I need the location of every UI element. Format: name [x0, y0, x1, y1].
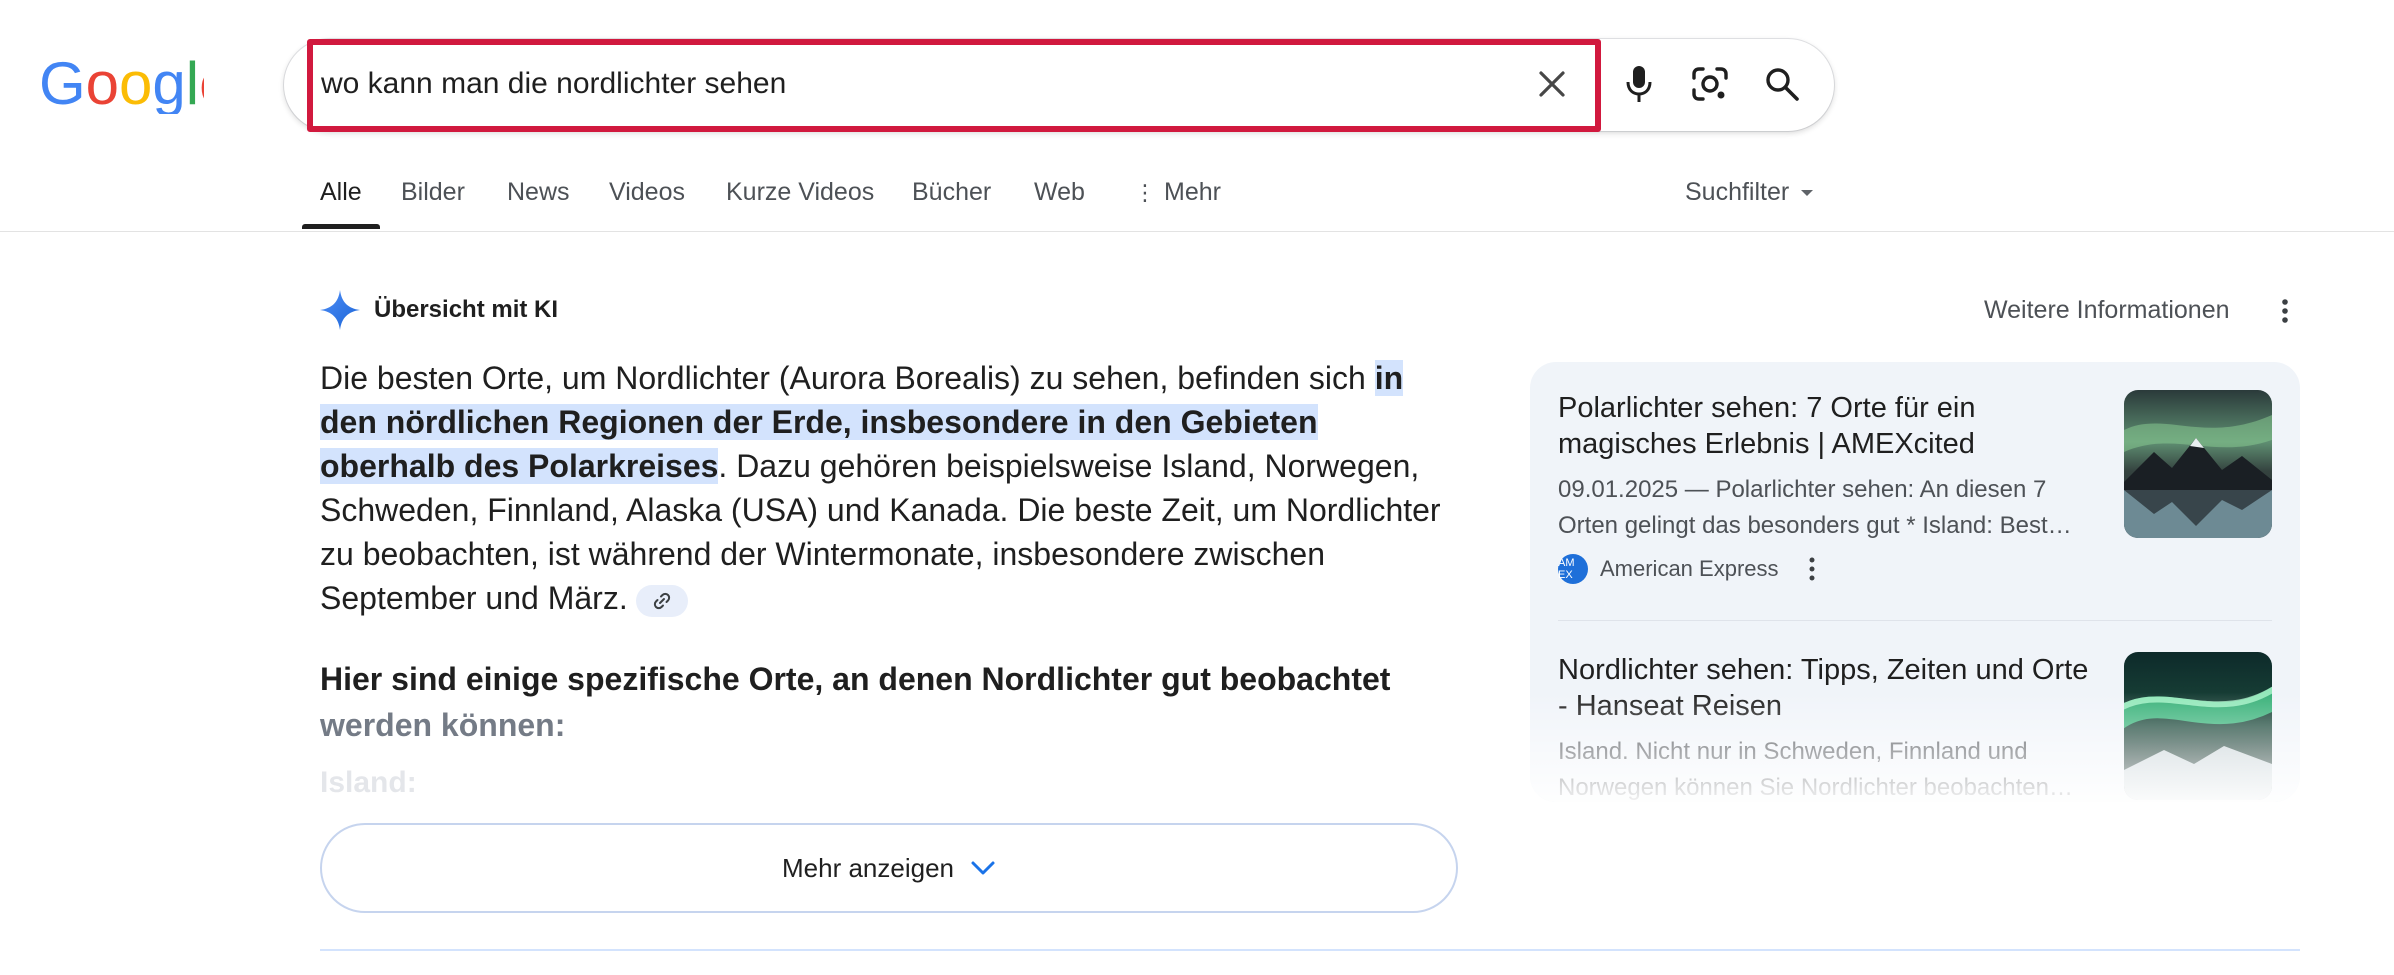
ai-overview-title: Übersicht mit KI: [374, 296, 559, 323]
more-options-icon[interactable]: [1807, 556, 1817, 582]
tab-bilder[interactable]: Bilder: [401, 178, 465, 207]
ai-overview-summary: Die besten Orte, um Nordlichter (Aurora …: [320, 356, 1450, 620]
logo-letter: G: [39, 54, 86, 114]
chevron-down-icon: [971, 861, 995, 875]
active-tab-indicator: [302, 224, 380, 229]
google-logo[interactable]: Google: [39, 50, 233, 117]
aurora-lake-image: [2124, 390, 2272, 538]
source-card-title[interactable]: Polarlichter sehen: 7 Orte für ein magis…: [1558, 390, 2098, 462]
search-icon: [1766, 68, 1799, 101]
tab-mehr[interactable]: ⋮ Mehr: [1134, 178, 1221, 207]
ai-overview-subheading: Hier sind einige spezifische Orte, an de…: [320, 656, 1450, 748]
search-submit-button[interactable]: [1756, 58, 1808, 110]
link-icon: [653, 592, 670, 609]
google-logo-mark: Google: [39, 50, 233, 117]
source-card-snippet: 09.01.2025 — Polarlichter sehen: An dies…: [1558, 476, 2072, 539]
voice-search-button[interactable]: [1614, 58, 1664, 110]
lens-camera-icon: [1692, 67, 1728, 101]
subheading-line-2: werden können:: [320, 707, 566, 743]
tab-mehr-label: Mehr: [1164, 178, 1221, 206]
source-site-name: American Express: [1600, 556, 1779, 581]
gemini-sparkle-icon: [320, 290, 360, 330]
tab-kurze-videos[interactable]: Kurze Videos: [726, 178, 874, 207]
logo-letter: l: [186, 54, 199, 114]
tab-alle[interactable]: Alle: [320, 178, 362, 207]
search-filter-button[interactable]: Suchfilter: [1685, 178, 1814, 207]
show-more-label: Mehr anzeigen: [782, 852, 954, 883]
caret-down-icon: [1801, 190, 1814, 197]
aurora-sky-image: [2124, 652, 2272, 800]
source-card-divider: [1558, 620, 2272, 621]
tab-news[interactable]: News: [507, 178, 570, 207]
american-express-logo: AM EX: [1558, 554, 1588, 584]
source-card-site: AM EX American Express: [1558, 554, 2272, 584]
svg-text:Google: Google: [39, 54, 204, 114]
ai-sources-panel: Polarlichter sehen: 7 Orte für ein magis…: [1530, 362, 2300, 802]
search-filter-label: Suchfilter: [1685, 178, 1790, 206]
logo-letter: e: [199, 54, 204, 114]
logo-letter: o: [119, 54, 152, 114]
subheading-line-1: Hier sind einige spezifische Orte, an de…: [320, 661, 1391, 697]
close-icon: [1539, 71, 1565, 97]
logo-letter: o: [86, 54, 119, 114]
faded-list-item: Island:: [320, 766, 417, 799]
tab-buecher[interactable]: Bücher: [912, 178, 991, 207]
more-vertical-icon: ⋮: [1134, 180, 1156, 205]
logo-letter: g: [152, 54, 185, 114]
ai-overview-header: Übersicht mit KI: [318, 288, 558, 332]
more-options-icon[interactable]: [2270, 296, 2300, 326]
microphone-icon: [1626, 66, 1652, 102]
more-info-link[interactable]: Weitere Informationen: [1984, 296, 2230, 325]
source-thumbnail-aurora-mountains[interactable]: [2124, 390, 2272, 538]
tab-web[interactable]: Web: [1034, 178, 1085, 207]
source-card-snippet: Island. Nicht nur in Schweden, Finnland …: [1558, 738, 2073, 801]
search-tabs: Alle Bilder News Videos Kurze Videos Büc…: [0, 168, 2394, 232]
section-divider: [320, 949, 2300, 951]
source-thumbnail-aurora-green[interactable]: [2124, 652, 2272, 800]
search-input[interactable]: [321, 58, 1501, 110]
summary-text-start: Die besten Orte, um Nordlichter (Aurora …: [320, 360, 1375, 396]
image-search-button[interactable]: [1684, 58, 1736, 110]
clear-search-button[interactable]: [1528, 60, 1576, 108]
source-card-title[interactable]: Nordlichter sehen: Tipps, Zeiten und Ort…: [1558, 652, 2098, 724]
source-link-chip[interactable]: [635, 584, 688, 617]
tab-videos[interactable]: Videos: [609, 178, 685, 207]
show-more-button[interactable]: Mehr anzeigen: [320, 823, 1458, 913]
